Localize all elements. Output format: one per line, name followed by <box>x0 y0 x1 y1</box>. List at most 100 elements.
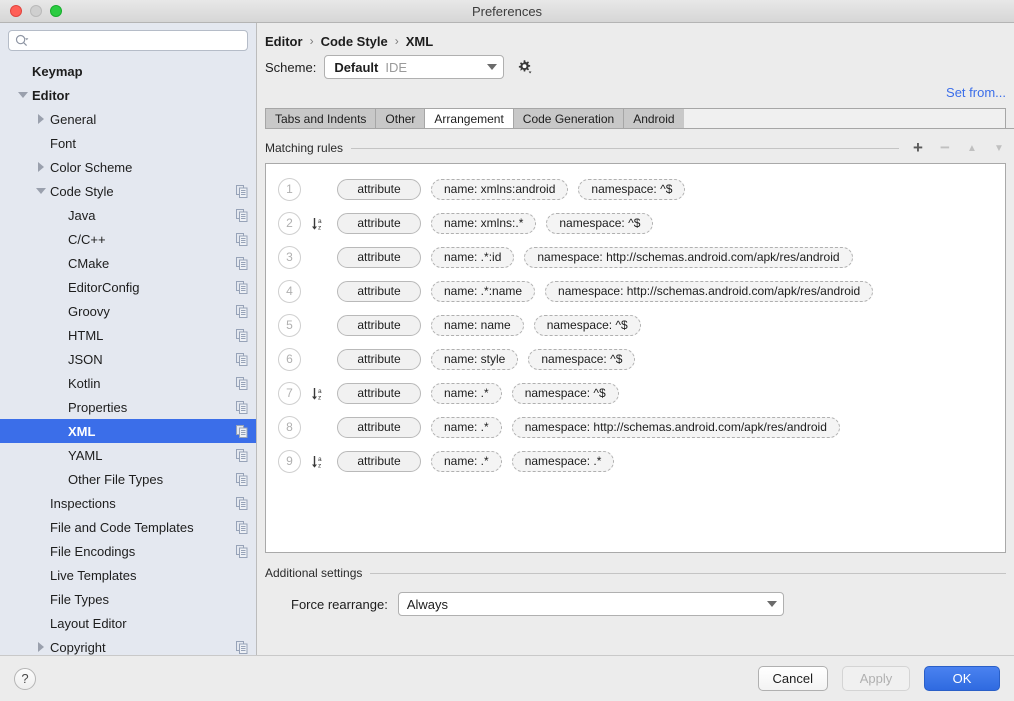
rule-condition-pill[interactable]: namespace: http://schemas.android.com/ap… <box>524 246 853 268</box>
copy-scheme-icon[interactable] <box>236 184 248 198</box>
sidebar-item-html[interactable]: HTML <box>0 323 256 347</box>
remove-rule-button[interactable]: − <box>938 138 952 157</box>
search-input[interactable] <box>29 33 241 48</box>
matching-rule-row[interactable]: 6 attribute name: style namespace: ^$ <box>266 342 1005 376</box>
copy-scheme-icon[interactable] <box>236 352 248 366</box>
rule-condition-pill[interactable]: name: .* <box>431 382 502 404</box>
matching-rules-list[interactable]: 1 attribute name: xmlns:android namespace: … <box>265 163 1006 553</box>
copy-scheme-icon[interactable] <box>236 472 248 486</box>
matching-rule-row[interactable]: 4 attribute name: .*:name namespace: http:/… <box>266 274 1005 308</box>
sidebar-item-cmake[interactable]: CMake <box>0 251 256 275</box>
sidebar-item-keymap[interactable]: Keymap <box>0 59 256 83</box>
matching-rule-row[interactable]: 8 attribute name: .* namespace: http://sche… <box>266 410 1005 444</box>
cancel-button[interactable]: Cancel <box>757 666 828 691</box>
sidebar-item-xml[interactable]: XML <box>0 419 256 443</box>
copy-scheme-icon[interactable] <box>236 280 248 294</box>
close-button[interactable] <box>10 5 22 17</box>
gear-icon[interactable] <box>516 59 533 76</box>
rule-condition-pill[interactable]: name: style <box>431 348 519 370</box>
sidebar-item-yaml[interactable]: YAML <box>0 443 256 467</box>
rule-condition-pill[interactable]: name: .* <box>431 416 502 438</box>
copy-scheme-icon[interactable] <box>236 520 248 534</box>
set-from-link[interactable]: Set from... <box>946 85 1006 100</box>
tab-code-generation[interactable]: Code Generation <box>512 108 625 128</box>
rule-type-pill[interactable]: attribute <box>337 450 421 472</box>
matching-rule-row[interactable]: 2 a z attribute name: xmlns:.* namespace: ^$ <box>266 206 1005 240</box>
ok-button[interactable]: OK <box>924 666 1000 691</box>
search-box[interactable] <box>8 30 248 51</box>
rule-condition-pill[interactable]: name: .*:name <box>431 280 536 302</box>
chevron-right-icon[interactable] <box>32 162 50 172</box>
copy-scheme-icon[interactable] <box>236 376 248 390</box>
rule-type-pill[interactable]: attribute <box>337 416 421 438</box>
copy-scheme-icon[interactable] <box>236 232 248 246</box>
rule-type-pill[interactable]: attribute <box>337 314 421 336</box>
rule-condition-pill[interactable]: name: .* <box>431 450 502 472</box>
rule-type-pill[interactable]: attribute <box>337 348 421 370</box>
rule-condition-pill[interactable]: namespace: http://schemas.android.com/ap… <box>545 280 874 302</box>
sidebar-item-java[interactable]: Java <box>0 203 256 227</box>
copy-scheme-icon[interactable] <box>236 544 248 558</box>
chevron-down-icon[interactable] <box>32 188 50 194</box>
copy-scheme-icon[interactable] <box>236 448 248 462</box>
rule-condition-pill[interactable]: namespace: ^$ <box>511 382 619 404</box>
sidebar-item-code-style[interactable]: Code Style <box>0 179 256 203</box>
rule-type-pill[interactable]: attribute <box>337 280 421 302</box>
rule-condition-pill[interactable]: name: .*:id <box>431 246 515 268</box>
sidebar-item-other-file-types[interactable]: Other File Types <box>0 467 256 491</box>
sidebar-item-kotlin[interactable]: Kotlin <box>0 371 256 395</box>
rule-type-pill[interactable]: attribute <box>337 246 421 268</box>
sidebar-item-file-encodings[interactable]: File Encodings <box>0 539 256 563</box>
rule-condition-pill[interactable]: name: xmlns:android <box>431 178 569 200</box>
chevron-right-icon[interactable] <box>32 642 50 652</box>
sidebar-item-groovy[interactable]: Groovy <box>0 299 256 323</box>
sidebar-item-editor[interactable]: Editor <box>0 83 256 107</box>
tab-other[interactable]: Other <box>375 108 426 128</box>
tab-arrangement[interactable]: Arrangement <box>424 108 514 128</box>
sidebar-item-color-scheme[interactable]: Color Scheme <box>0 155 256 179</box>
copy-scheme-icon[interactable] <box>236 424 248 438</box>
copy-scheme-icon[interactable] <box>236 328 248 342</box>
sidebar-item-inspections[interactable]: Inspections <box>0 491 256 515</box>
help-button[interactable]: ? <box>14 667 36 690</box>
maximize-button[interactable] <box>50 5 62 17</box>
rule-type-pill[interactable]: attribute <box>337 212 421 234</box>
sidebar-item-general[interactable]: General <box>0 107 256 131</box>
sidebar-item-layout-editor[interactable]: Layout Editor <box>0 611 256 635</box>
sidebar-item-font[interactable]: Font <box>0 131 256 155</box>
move-rule-down-button[interactable]: ▼ <box>992 141 1006 155</box>
sidebar-item-json[interactable]: JSON <box>0 347 256 371</box>
copy-scheme-icon[interactable] <box>236 304 248 318</box>
sidebar-item-live-templates[interactable]: Live Templates <box>0 563 256 587</box>
scheme-select[interactable]: Default IDE <box>324 55 505 79</box>
matching-rule-row[interactable]: 7 a z attribute name: .* namespace: ^$ <box>266 376 1005 410</box>
rule-condition-pill[interactable]: namespace: http://schemas.android.com/ap… <box>511 416 840 438</box>
add-rule-button[interactable]: + <box>911 138 925 157</box>
rule-condition-pill[interactable]: name: name <box>431 314 524 336</box>
copy-scheme-icon[interactable] <box>236 496 248 510</box>
minimize-button[interactable] <box>30 5 42 17</box>
apply-button[interactable]: Apply <box>842 666 910 691</box>
copy-scheme-icon[interactable] <box>236 256 248 270</box>
matching-rule-row[interactable]: 3 attribute name: .*:id namespace: http://s… <box>266 240 1005 274</box>
tab-android[interactable]: Android <box>623 108 685 128</box>
rule-condition-pill[interactable]: namespace: ^$ <box>528 348 636 370</box>
rule-condition-pill[interactable]: name: xmlns:.* <box>431 212 537 234</box>
sidebar-item-properties[interactable]: Properties <box>0 395 256 419</box>
rule-type-pill[interactable]: attribute <box>337 382 421 404</box>
sidebar-item-c-c[interactable]: C/C++ <box>0 227 256 251</box>
copy-scheme-icon[interactable] <box>236 208 248 222</box>
rule-condition-pill[interactable]: namespace: ^$ <box>546 212 654 234</box>
sidebar-item-editorconfig[interactable]: EditorConfig <box>0 275 256 299</box>
chevron-right-icon[interactable] <box>32 114 50 124</box>
rule-type-pill[interactable]: attribute <box>337 178 421 200</box>
matching-rule-row[interactable]: 5 attribute name: name namespace: ^$ <box>266 308 1005 342</box>
sidebar-item-file-and-code-templates[interactable]: File and Code Templates <box>0 515 256 539</box>
copy-scheme-icon[interactable] <box>236 640 248 654</box>
rule-condition-pill[interactable]: namespace: ^$ <box>578 178 686 200</box>
rule-condition-pill[interactable]: namespace: .* <box>511 450 615 472</box>
move-rule-up-button[interactable]: ▲ <box>965 141 979 155</box>
chevron-down-icon[interactable] <box>14 92 32 98</box>
rule-condition-pill[interactable]: namespace: ^$ <box>533 314 641 336</box>
copy-scheme-icon[interactable] <box>236 400 248 414</box>
